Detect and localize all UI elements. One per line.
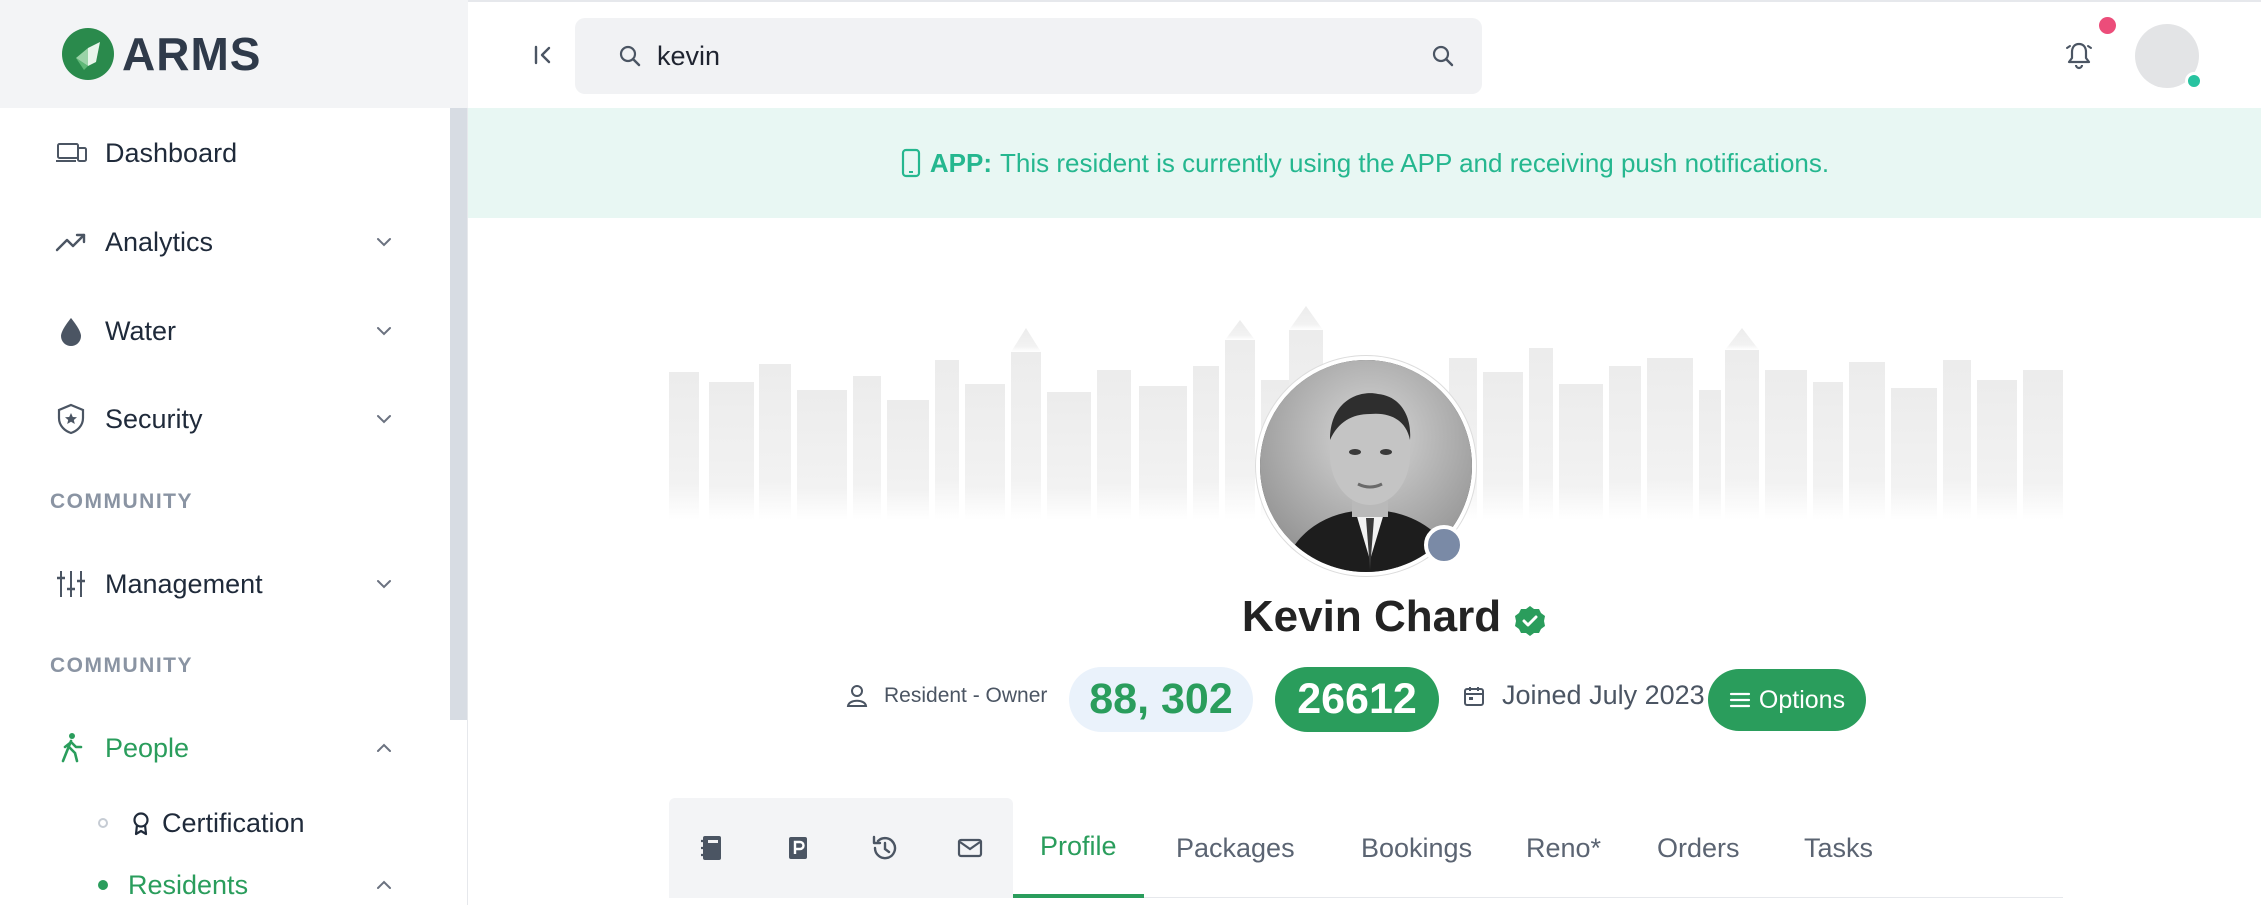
- app-status-banner: APP: This resident is currently using th…: [468, 108, 2261, 218]
- joined-date: Joined July 2023: [1462, 680, 1705, 711]
- bullet-icon: [98, 818, 108, 828]
- search-icon: [619, 45, 641, 67]
- brand-name: ARMS: [122, 28, 262, 80]
- online-status-indicator: [2185, 72, 2203, 90]
- sidebar-item-security[interactable]: Security: [0, 384, 450, 454]
- resident-id-badge[interactable]: 26612: [1275, 667, 1439, 732]
- mobile-phone-icon: [901, 148, 920, 178]
- history-icon[interactable]: [868, 832, 900, 864]
- tab-profile[interactable]: Profile: [1013, 798, 1144, 898]
- award-icon: [133, 812, 149, 836]
- sidebar-item-analytics[interactable]: Analytics: [0, 207, 450, 277]
- sidebar-item-water[interactable]: Water: [0, 296, 450, 366]
- sidebar-subitem-residents[interactable]: Residents: [0, 856, 450, 905]
- search-bar: [575, 18, 1482, 94]
- profile-tabs: Profile Packages Bookings Reno* Orders T…: [669, 798, 2063, 898]
- notebook-icon[interactable]: [696, 832, 728, 864]
- sidebar-item-label: People: [105, 732, 190, 763]
- shield-star-icon: [57, 403, 85, 435]
- presence-status-indicator: [1424, 525, 1464, 565]
- arms-logo-icon: [62, 28, 114, 80]
- unit-numbers-badge[interactable]: 88, 302: [1069, 667, 1253, 732]
- chevron-up-icon: [377, 880, 391, 889]
- trend-up-icon: [55, 233, 86, 252]
- profile-name-row: Kevin Chard: [0, 592, 2261, 642]
- search-input[interactable]: [657, 32, 1417, 80]
- person-walking-icon: [61, 733, 83, 763]
- devices-icon: [56, 143, 87, 162]
- banner-message: This resident is currently using the APP…: [1000, 147, 1830, 178]
- parking-icon[interactable]: [782, 832, 814, 864]
- sidebar-item-dashboard[interactable]: Dashboard: [0, 118, 450, 188]
- sidebar-item-label: Security: [105, 403, 203, 434]
- bullet-icon: [98, 880, 108, 890]
- notification-badge: [2099, 17, 2116, 34]
- top-bar: [468, 0, 2261, 108]
- user-avatar[interactable]: [2135, 24, 2203, 90]
- tab-packages[interactable]: Packages: [1149, 798, 1322, 898]
- verified-badge-icon: [1515, 606, 1546, 636]
- logo-bar: ARMS: [0, 0, 468, 108]
- chevron-down-icon: [377, 238, 391, 247]
- tab-tasks[interactable]: Tasks: [1777, 798, 1900, 898]
- menu-icon: [1729, 692, 1751, 708]
- options-label: Options: [1758, 685, 1846, 714]
- sidebar-item-label: Analytics: [105, 226, 214, 257]
- sidebar: ARMS Dashboard Analytics Water Security …: [0, 0, 468, 905]
- quick-action-tabs: [669, 798, 1013, 898]
- options-button[interactable]: Options: [1708, 669, 1866, 731]
- role-label: Resident - Owner: [884, 684, 1048, 707]
- tab-orders[interactable]: Orders: [1630, 798, 1767, 898]
- chevron-down-icon: [377, 327, 391, 336]
- sidebar-subitem-label: Certification: [162, 807, 305, 838]
- joined-label: Joined July 2023: [1502, 680, 1705, 710]
- resident-name: Kevin Chard: [1241, 592, 1502, 641]
- calendar-icon: [1464, 686, 1484, 706]
- chevron-down-icon: [377, 415, 391, 424]
- sidebar-item-label: Dashboard: [105, 137, 238, 168]
- chevron-up-icon: [377, 743, 391, 752]
- water-drop-icon: [61, 318, 81, 346]
- tab-bookings[interactable]: Bookings: [1334, 798, 1499, 898]
- search-submit-icon[interactable]: [1430, 43, 1456, 69]
- sidebar-subitem-certification[interactable]: Certification: [0, 794, 450, 852]
- user-icon: [846, 685, 868, 707]
- resident-role: Resident - Owner: [846, 684, 1047, 708]
- sidebar-item-label: Water: [105, 315, 177, 346]
- banner-label: APP:: [929, 147, 993, 178]
- mail-icon[interactable]: [954, 832, 986, 864]
- collapse-sidebar-icon[interactable]: [528, 40, 558, 70]
- section-label-community: COMMUNITY: [50, 490, 193, 513]
- tab-reno[interactable]: Reno*: [1499, 798, 1628, 898]
- profile-meta-row: Resident - Owner 88, 302 26612 Joined Ju…: [0, 666, 2261, 736]
- notification-bell-icon[interactable]: [2062, 38, 2096, 72]
- sidebar-subitem-label: Residents: [128, 869, 249, 900]
